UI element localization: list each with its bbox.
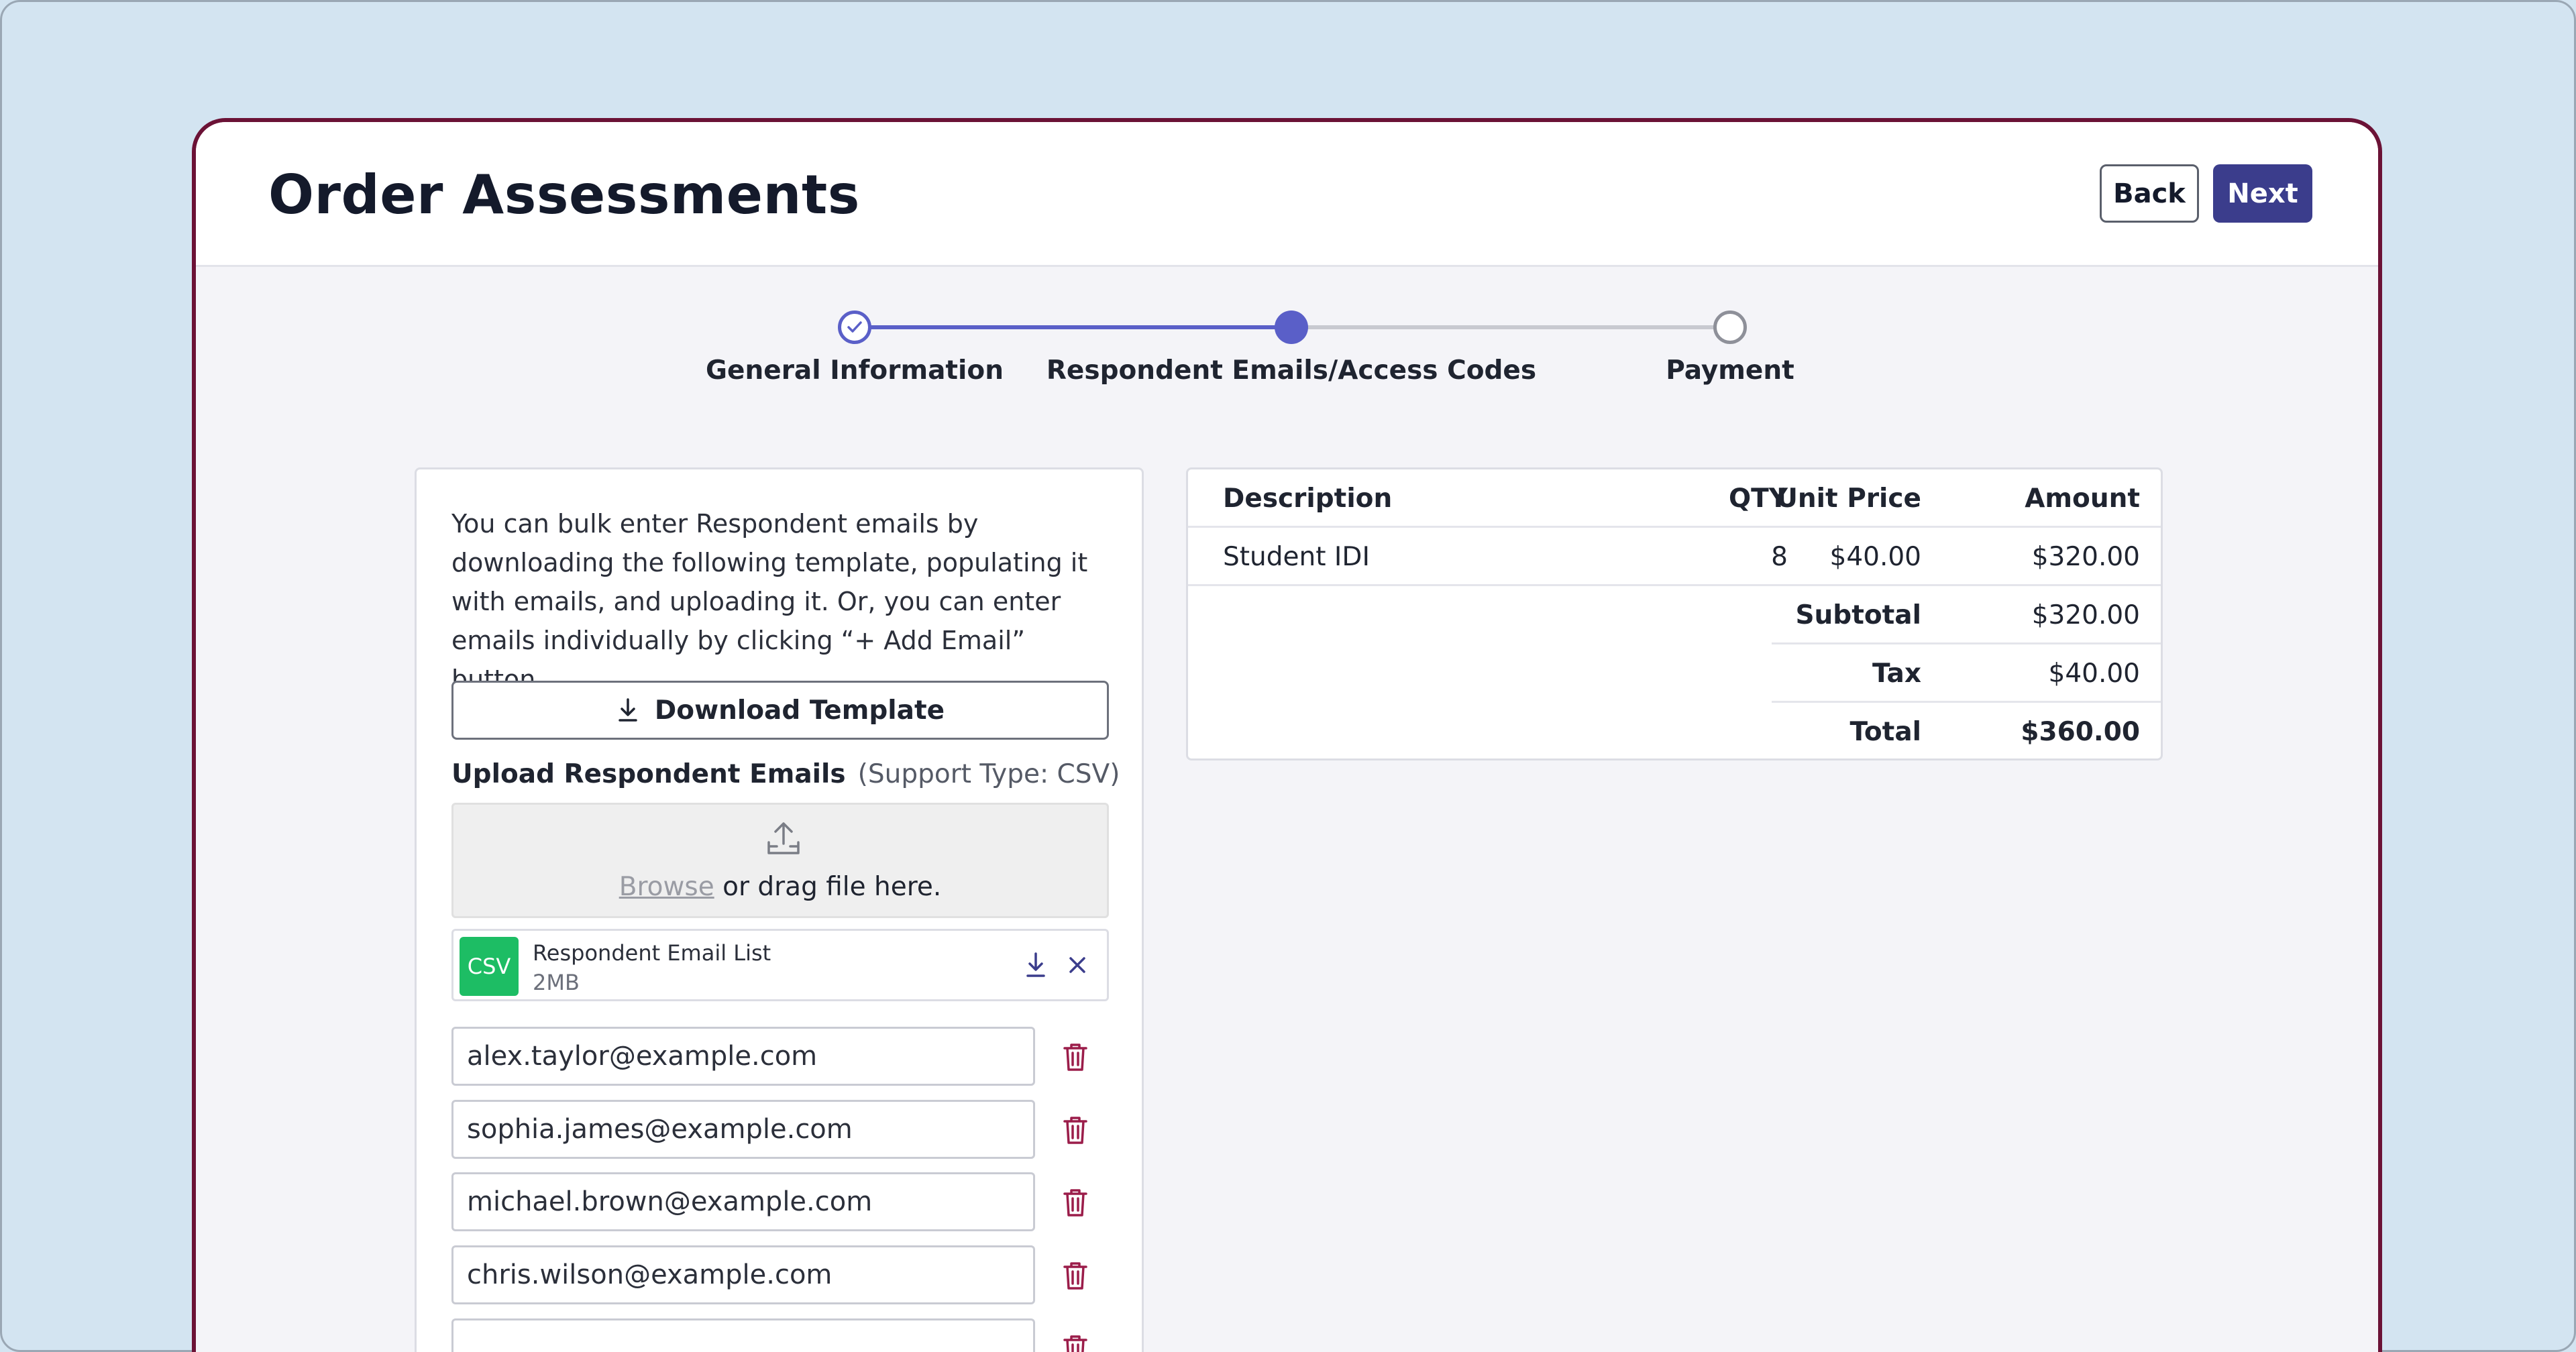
table-row: Student IDI 8 $40.00 $320.00 xyxy=(1188,528,2161,586)
email-field-partial[interactable] xyxy=(451,1318,1035,1352)
drag-file-text: or drag file here. xyxy=(714,872,942,902)
uploaded-file-size: 2MB xyxy=(533,970,580,995)
respondent-emails-panel: You can bulk enter Respondent emails by … xyxy=(415,467,1144,1352)
column-header-description: Description xyxy=(1223,484,1393,514)
download-template-button[interactable]: Download Template xyxy=(451,681,1109,740)
email-row xyxy=(451,1172,1122,1231)
step-label-respondent-emails: Respondent Emails/Access Codes xyxy=(1046,355,1537,386)
trash-icon[interactable] xyxy=(1062,1115,1089,1145)
trash-icon[interactable] xyxy=(1062,1187,1089,1218)
upload-title-text: Upload Respondent Emails xyxy=(451,759,846,789)
stepper-line-complete xyxy=(856,325,1293,329)
bulk-entry-instructions: You can bulk enter Respondent emails by … xyxy=(451,509,1088,694)
trash-icon[interactable] xyxy=(1062,1260,1089,1291)
trash-icon[interactable] xyxy=(1062,1333,1089,1352)
upload-icon xyxy=(767,822,800,854)
step-label-general-information: General Information xyxy=(706,355,1004,386)
column-header-amount: Amount xyxy=(2025,484,2140,514)
subtotal-label: Subtotal xyxy=(1795,600,1921,630)
upload-section-title: Upload Respondent Emails (Support Type: C… xyxy=(451,759,1120,789)
tax-label: Tax xyxy=(1872,659,1921,689)
email-field[interactable] xyxy=(451,1027,1035,1086)
item-unit-price: $40.00 xyxy=(1829,542,1921,572)
file-dropzone[interactable]: Browse or drag file here. xyxy=(451,803,1109,918)
email-row-partial xyxy=(451,1318,1122,1352)
email-row xyxy=(451,1100,1122,1159)
download-icon xyxy=(619,698,637,722)
support-type-text: (Support Type: CSV) xyxy=(857,759,1120,789)
item-qty: 8 xyxy=(1771,542,1788,572)
email-row xyxy=(451,1245,1122,1304)
stepper-line-upcoming xyxy=(1293,325,1731,329)
page-header: Order Assessments Back Next xyxy=(196,122,2378,267)
download-file-icon[interactable] xyxy=(1024,951,1048,979)
remove-file-icon[interactable] xyxy=(1065,951,1089,979)
total-label: Total xyxy=(1849,717,1921,747)
order-window: Order Assessments Back Next General Info… xyxy=(192,118,2382,1352)
step-complete-indicator xyxy=(838,311,871,344)
item-description: Student IDI xyxy=(1223,542,1370,572)
email-field[interactable] xyxy=(451,1172,1035,1231)
download-template-label: Download Template xyxy=(654,695,945,726)
csv-file-badge: CSV xyxy=(460,937,519,996)
total-value: $360.00 xyxy=(2021,717,2140,747)
email-row xyxy=(451,1027,1122,1086)
dropzone-text: Browse or drag file here. xyxy=(453,872,1107,902)
subtotal-value: $320.00 xyxy=(2031,600,2140,630)
column-header-unit-price: Unit Price xyxy=(1776,484,1921,514)
tax-row: Tax $40.00 xyxy=(1188,644,2161,703)
email-field[interactable] xyxy=(451,1245,1035,1304)
order-summary-table: Description QTY Unit Price Amount Studen… xyxy=(1186,467,2163,760)
trash-icon[interactable] xyxy=(1062,1041,1089,1072)
tax-value: $40.00 xyxy=(2048,659,2140,689)
next-button[interactable]: Next xyxy=(2213,164,2312,223)
back-button[interactable]: Back xyxy=(2100,164,2199,223)
uploaded-file-name: Respondent Email List xyxy=(533,940,771,966)
subtotal-row: Subtotal $320.00 xyxy=(1188,586,2161,644)
uploaded-file-card: CSV Respondent Email List 2MB xyxy=(451,929,1109,1001)
step-label-payment: Payment xyxy=(1666,355,1794,386)
step-upcoming-indicator xyxy=(1713,311,1747,344)
email-field[interactable] xyxy=(451,1100,1035,1159)
total-row: Total $360.00 xyxy=(1188,703,2161,761)
page-title: Order Assessments xyxy=(268,164,860,226)
check-icon xyxy=(847,321,862,333)
step-current-indicator xyxy=(1275,311,1308,344)
item-amount: $320.00 xyxy=(2031,542,2140,572)
table-header-row: Description QTY Unit Price Amount xyxy=(1188,469,2161,528)
browse-link[interactable]: Browse xyxy=(619,872,714,902)
